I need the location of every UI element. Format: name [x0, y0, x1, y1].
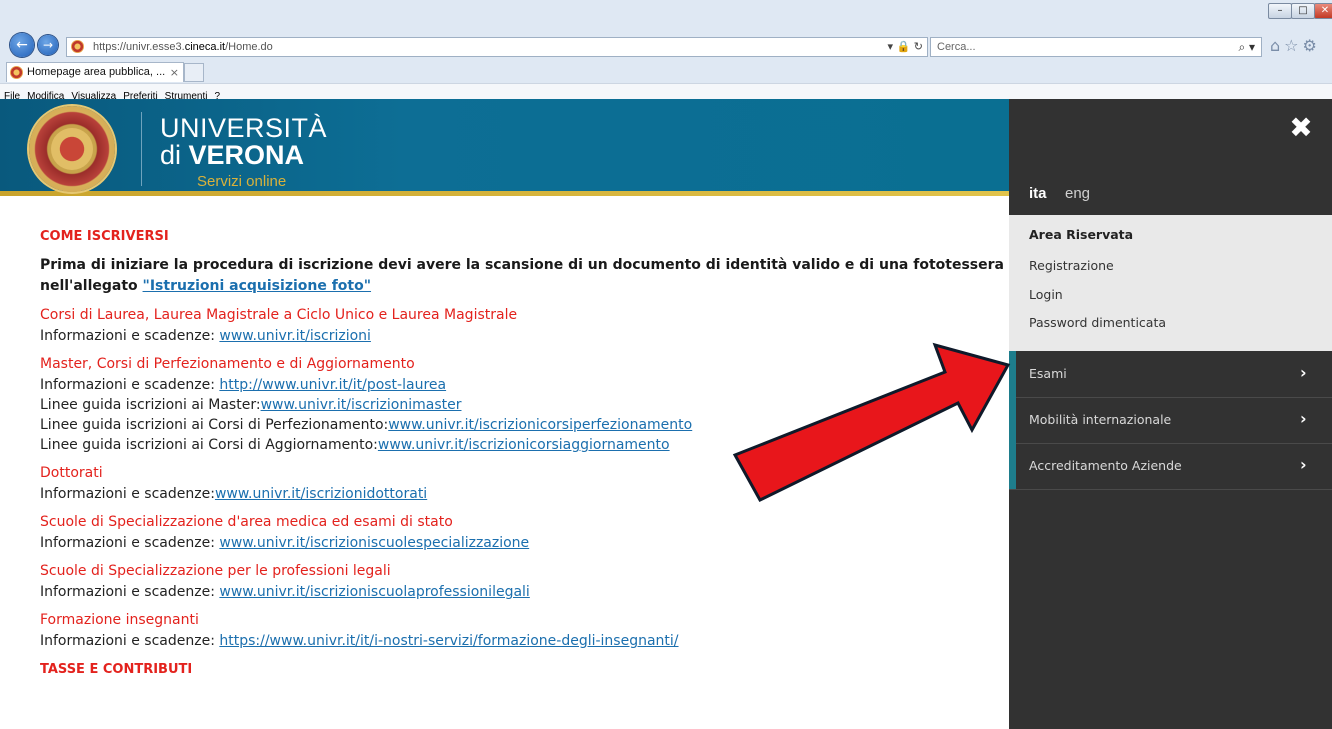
logo-divider [141, 112, 142, 186]
logo-verona[interactable]: di VERONA [160, 141, 304, 169]
info-line: Informazioni e scadenze: www.univr.it/is… [40, 535, 530, 551]
section-heading-iscriversi: COME ISCRIVERSI [40, 229, 169, 244]
block-title: Dottorati [40, 465, 103, 481]
block-title: Master, Corsi di Perfezionamento e di Ag… [40, 356, 415, 372]
block-title: Scuole di Specializzazione per le profes… [40, 563, 391, 579]
link-corsi-aggiornamento[interactable]: www.univr.it/iscrizionicorsiaggiornament… [378, 437, 670, 453]
login-link[interactable]: Login [1029, 286, 1063, 304]
panel-menu-esami[interactable]: Esami › [1009, 351, 1332, 398]
lang-eng[interactable]: eng [1065, 185, 1090, 203]
menu-bar: File Modifica Visualizza Preferiti Strumenti… [0, 83, 1332, 102]
site-favicon-icon [71, 40, 84, 53]
link-iscrizioni[interactable]: www.univr.it/iscrizioni [219, 328, 371, 344]
link-corsi-perfezionamento[interactable]: www.univr.it/iscrizionicorsiperfezioname… [388, 417, 692, 433]
title-bar: – □ ✕ [0, 0, 1332, 30]
university-seal-logo[interactable] [29, 106, 115, 192]
menu-accent [1009, 443, 1016, 489]
tab-homepage[interactable]: Homepage area pubblica, ... × [6, 62, 184, 82]
back-button[interactable]: ← [10, 33, 34, 57]
forward-button[interactable]: → [38, 35, 58, 55]
chevron-right-icon: › [1300, 409, 1307, 428]
reserved-area-title: Area Riservata [1029, 227, 1134, 242]
block-specializzazione-medica: Scuole di Specializzazione d'area medica… [40, 512, 1005, 553]
password-dimenticata-link[interactable]: Password dimenticata [1029, 314, 1166, 332]
info-line: Informazioni e scadenze: www.univr.it/is… [40, 584, 530, 600]
tab-label: Homepage area pubblica, ... [27, 66, 166, 78]
lock-icon: 🔒 [896, 40, 911, 53]
arrow-left-icon: ← [16, 37, 28, 53]
info-line: Informazioni e scadenze:www.univr.it/isc… [40, 486, 428, 502]
toolbar-icons[interactable]: ⌂☆⚙ [1270, 36, 1321, 55]
gear-icon: ⚙ [1302, 36, 1321, 55]
intro-text: Prima di iniziare la procedura di iscriz… [40, 257, 1037, 294]
close-icon[interactable]: ✖ [1286, 113, 1316, 143]
maximize-button[interactable]: □ [1291, 3, 1315, 19]
block-formazione-insegnanti: Formazione insegnanti Informazioni e sca… [40, 610, 1005, 651]
panel-menu-accreditamento[interactable]: Accreditamento Aziende › [1009, 443, 1332, 490]
block-dottorati: Dottorati Informazioni e scadenze:www.un… [40, 463, 1005, 504]
link-formazione-insegnanti[interactable]: https://www.univr.it/it/i-nostri-servizi… [219, 633, 678, 649]
info-line: Linee guida iscrizioni ai Master:www.uni… [40, 397, 462, 413]
link-iscrizioni-master[interactable]: www.univr.it/iscrizionimaster [261, 397, 462, 413]
block-title: Corsi di Laurea, Laurea Magistrale a Cic… [40, 307, 518, 323]
new-tab-button[interactable] [184, 63, 204, 82]
menu-accent [1009, 351, 1016, 397]
chevron-right-icon: › [1300, 363, 1307, 382]
panel-menu-mobilita[interactable]: Mobilità internazionale › [1009, 397, 1332, 444]
link-scuole-specializzazione[interactable]: www.univr.it/iscrizioniscuolespecializza… [219, 535, 529, 551]
address-bar[interactable]: https://univr.esse3.cineca.it/Home.do ▾ … [66, 37, 928, 57]
info-line: Informazioni e scadenze: https://www.uni… [40, 633, 679, 649]
info-line: Informazioni e scadenze: www.univr.it/is… [40, 328, 371, 344]
link-dottorati[interactable]: www.univr.it/iscrizionidottorati [215, 486, 427, 502]
menu-label: Mobilità internazionale [1029, 412, 1172, 427]
logo-universita[interactable]: UNIVERSITÀ [160, 114, 327, 142]
block-title: Formazione insegnanti [40, 612, 199, 628]
istruzioni-foto-link[interactable]: "Istruzioni acquisizione foto" [143, 278, 371, 294]
search-icon[interactable]: ⌕ ▾ [1238, 38, 1255, 56]
registrazione-link[interactable]: Registrazione [1029, 257, 1114, 275]
close-window-button[interactable]: ✕ [1314, 3, 1332, 19]
site-header [0, 99, 1010, 196]
menu-label: Accreditamento Aziende [1029, 458, 1182, 473]
star-icon: ☆ [1284, 36, 1303, 55]
arrow-right-icon: → [42, 38, 54, 52]
block-laurea: Corsi di Laurea, Laurea Magistrale a Cic… [40, 305, 1005, 346]
menu-label: Esami [1029, 366, 1067, 381]
url-text: https://univr.esse3.cineca.it/Home.do [93, 41, 273, 53]
header-gold-stripe [0, 191, 1010, 196]
chevron-right-icon: › [1300, 455, 1307, 474]
logo-subtitle: Servizi online [197, 173, 287, 190]
info-line: Informazioni e scadenze: http://www.univ… [40, 377, 447, 393]
block-master: Master, Corsi di Perfezionamento e di Ag… [40, 354, 1005, 455]
main-content: COME ISCRIVERSI Prima di iniziare la pro… [40, 228, 1037, 678]
dropdown-icon: ▾ [887, 40, 894, 53]
search-placeholder: Cerca... [937, 41, 976, 53]
tab-favicon-icon [10, 66, 23, 79]
section-heading-tasse: TASSE E CONTRIBUTI [40, 662, 193, 677]
link-professioni-legali[interactable]: www.univr.it/iscrizioniscuolaprofessioni… [219, 584, 529, 600]
block-title: Scuole di Specializzazione d'area medica… [40, 514, 453, 530]
menu-accent [1009, 397, 1016, 443]
home-icon: ⌂ [1270, 36, 1285, 55]
link-post-laurea[interactable]: http://www.univr.it/it/post-laurea [219, 377, 446, 393]
search-input[interactable]: Cerca... ⌕ ▾ [930, 37, 1262, 57]
browser-chrome: – □ ✕ ← → https://univr.esse3.cineca.it/… [0, 0, 1332, 102]
address-actions[interactable]: ▾ 🔒 ↻ [888, 39, 923, 55]
tab-close-icon[interactable]: × [170, 65, 179, 80]
minimize-button[interactable]: – [1268, 3, 1292, 19]
lang-ita[interactable]: ita [1029, 185, 1047, 203]
block-professioni-legali: Scuole di Specializzazione per le profes… [40, 561, 1005, 602]
info-line: Linee guida iscrizioni ai Corsi di Aggio… [40, 437, 670, 453]
navigation-bar: ← → https://univr.esse3.cineca.it/Home.d… [0, 30, 1332, 60]
info-line: Linee guida iscrizioni ai Corsi di Perfe… [40, 417, 693, 433]
tab-bar: Homepage area pubblica, ... × [0, 60, 1332, 82]
refresh-icon: ↻ [913, 40, 923, 53]
